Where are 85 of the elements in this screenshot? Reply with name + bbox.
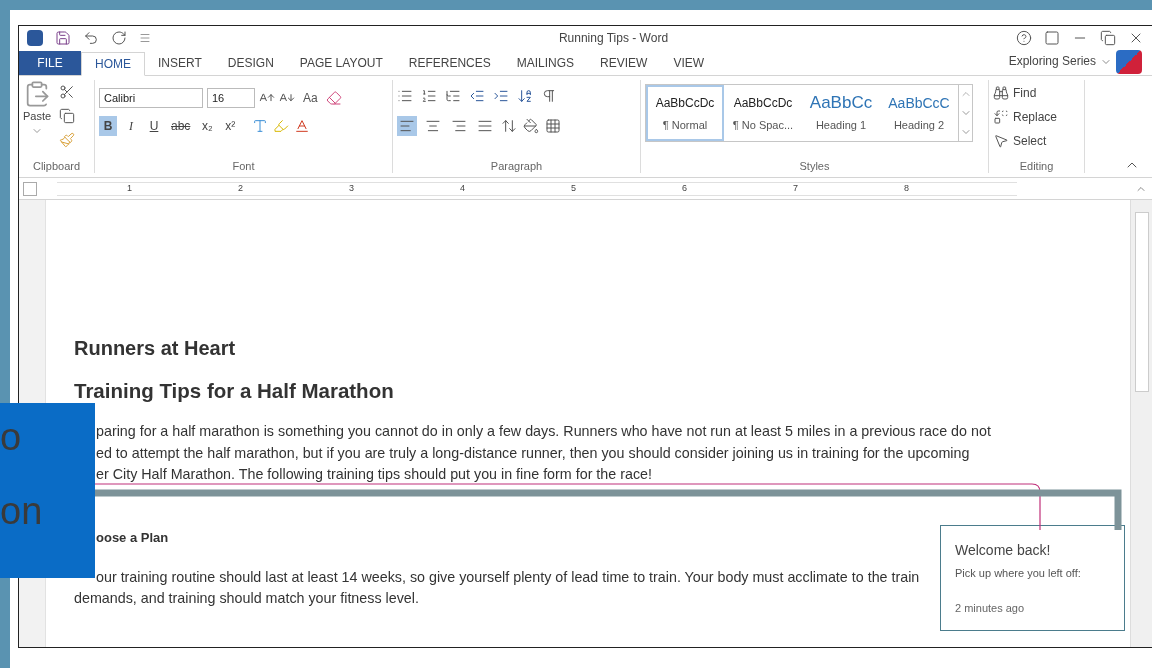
group-label: Styles [798,159,831,173]
ruler-number: 6 [682,181,688,195]
increase-indent-icon[interactable] [493,88,509,104]
show-marks-icon[interactable] [541,88,557,104]
popup-title: Welcome back! [955,541,1052,560]
sort-icon[interactable] [517,88,533,104]
style-option[interactable]: AaBbCcDc ¶ No Spac... [724,85,802,141]
ribbon-display-icon[interactable] [1044,30,1060,46]
help-icon[interactable] [1016,30,1032,46]
group-label: Font [231,159,256,173]
ribbon-tab[interactable]: PAGE LAYOUT [286,51,396,75]
group-label: Paragraph [489,159,544,173]
restore-icon[interactable] [1100,30,1116,46]
cut-icon[interactable] [59,84,76,100]
format-button[interactable]: abc [168,116,194,136]
find-icon [993,85,1009,101]
copy-icon[interactable] [59,108,76,124]
ruler-number: 7 [793,181,799,195]
font-size-field[interactable]: 16 [207,88,255,108]
clear-formatting-icon[interactable] [325,90,342,106]
format-button[interactable]: x₂ [198,116,217,136]
borders-icon[interactable] [545,118,561,134]
group-label: Clipboard [31,159,82,173]
style-option[interactable]: AaBbCcC Heading 2 [880,85,958,141]
shading-icon[interactable] [523,118,539,134]
resume-popup[interactable]: Welcome back! Pick up where you left off: 2 minutes ago [940,525,1125,631]
paragraph-line: er City Half Marathon. The following training tips should put you in fine form for the race! [96,465,652,484]
popup-time: 2 minutes ago [955,600,1026,616]
numbering-icon[interactable] [421,88,437,104]
customize-icon[interactable] [139,32,151,44]
ruler-number: 1 [127,181,133,195]
paragraph-line: paring for a half marathon is something you cannot do in only a few days. Runners who have not run at least 5 miles in a previous race do not [96,422,991,441]
scrollbar-thumb[interactable] [1134,212,1149,392]
style-option[interactable]: AaBbCcDc ¶ Normal [646,85,724,141]
document-heading: Training Tips for a Half Marathon [74,379,394,403]
ruler-number: 4 [460,181,466,195]
account-name[interactable]: Exploring Series [1008,52,1096,70]
ribbon-tab[interactable]: MAILINGS [503,51,588,75]
paragraph-line: our training routine should last at least 14 weeks, so give yourself plenty of lead time to train. Your body must acclimate to the train [96,568,920,587]
group-label: Editing [1018,159,1055,173]
callout-text: on [0,489,43,533]
format-button[interactable]: I [122,116,140,136]
file-tab[interactable]: FILE [19,51,81,75]
save-icon[interactable] [55,30,71,46]
bullets-icon[interactable] [397,88,413,104]
select-icon [993,133,1009,149]
format-button[interactable]: B [99,116,117,136]
change-case-button[interactable]: Aa [299,89,322,107]
paste-button[interactable]: Paste [23,108,52,125]
editing-button[interactable]: Select [993,132,1058,150]
style-option[interactable]: AaBbCc Heading 1 [802,85,880,141]
redo-icon[interactable] [111,30,127,46]
ribbon-tab[interactable]: VIEW [660,51,718,75]
ruler-number: 3 [349,181,355,195]
window-title: Running Tips - Word [557,30,670,47]
line-spacing-icon[interactable] [501,118,517,134]
ribbon-tab[interactable]: HOME [81,52,145,76]
font-name-field[interactable]: Calibri [99,88,203,108]
editing-button[interactable]: Find [993,84,1058,102]
format-button[interactable]: U [145,116,163,136]
text-effects-icon[interactable] [252,118,269,134]
document-title: Runners at Heart [74,336,236,360]
format-button[interactable]: x² [221,116,240,136]
ruler-number: 8 [904,181,910,195]
undo-icon[interactable] [83,30,99,46]
ribbon-tab[interactable]: DESIGN [214,51,287,75]
ruler-number: 5 [571,181,577,195]
replace-icon [993,109,1009,125]
word-logo-icon [27,30,43,46]
multilevel-list-icon[interactable] [445,88,461,104]
font-color-icon[interactable] [294,118,311,134]
vertical-scrollbar[interactable] [1130,200,1152,647]
ribbon-tab[interactable]: REFERENCES [395,51,504,75]
paragraph-line: ed to attempt the half marathon, but if you are truly a long-distance runner, then you should consider joining us in training for the upcoming [96,443,970,463]
editing-button[interactable]: Replace [993,108,1058,126]
ribbon-tab[interactable]: INSERT [145,51,215,75]
align-button[interactable] [397,116,417,136]
decrease-indent-icon[interactable] [469,88,485,104]
popup-text: Pick up where you left off: [955,566,1082,581]
ruler-number: 2 [238,181,244,195]
section-heading: oose a Plan [96,528,169,547]
horizontal-ruler[interactable]: 1 2 3 4 5 6 7 8 [57,181,1017,196]
paragraph-line: demands, and training should match your fitness level. [74,589,419,608]
callout-text: o [0,415,22,459]
ribbon-tab[interactable]: REVIEW [587,51,661,75]
